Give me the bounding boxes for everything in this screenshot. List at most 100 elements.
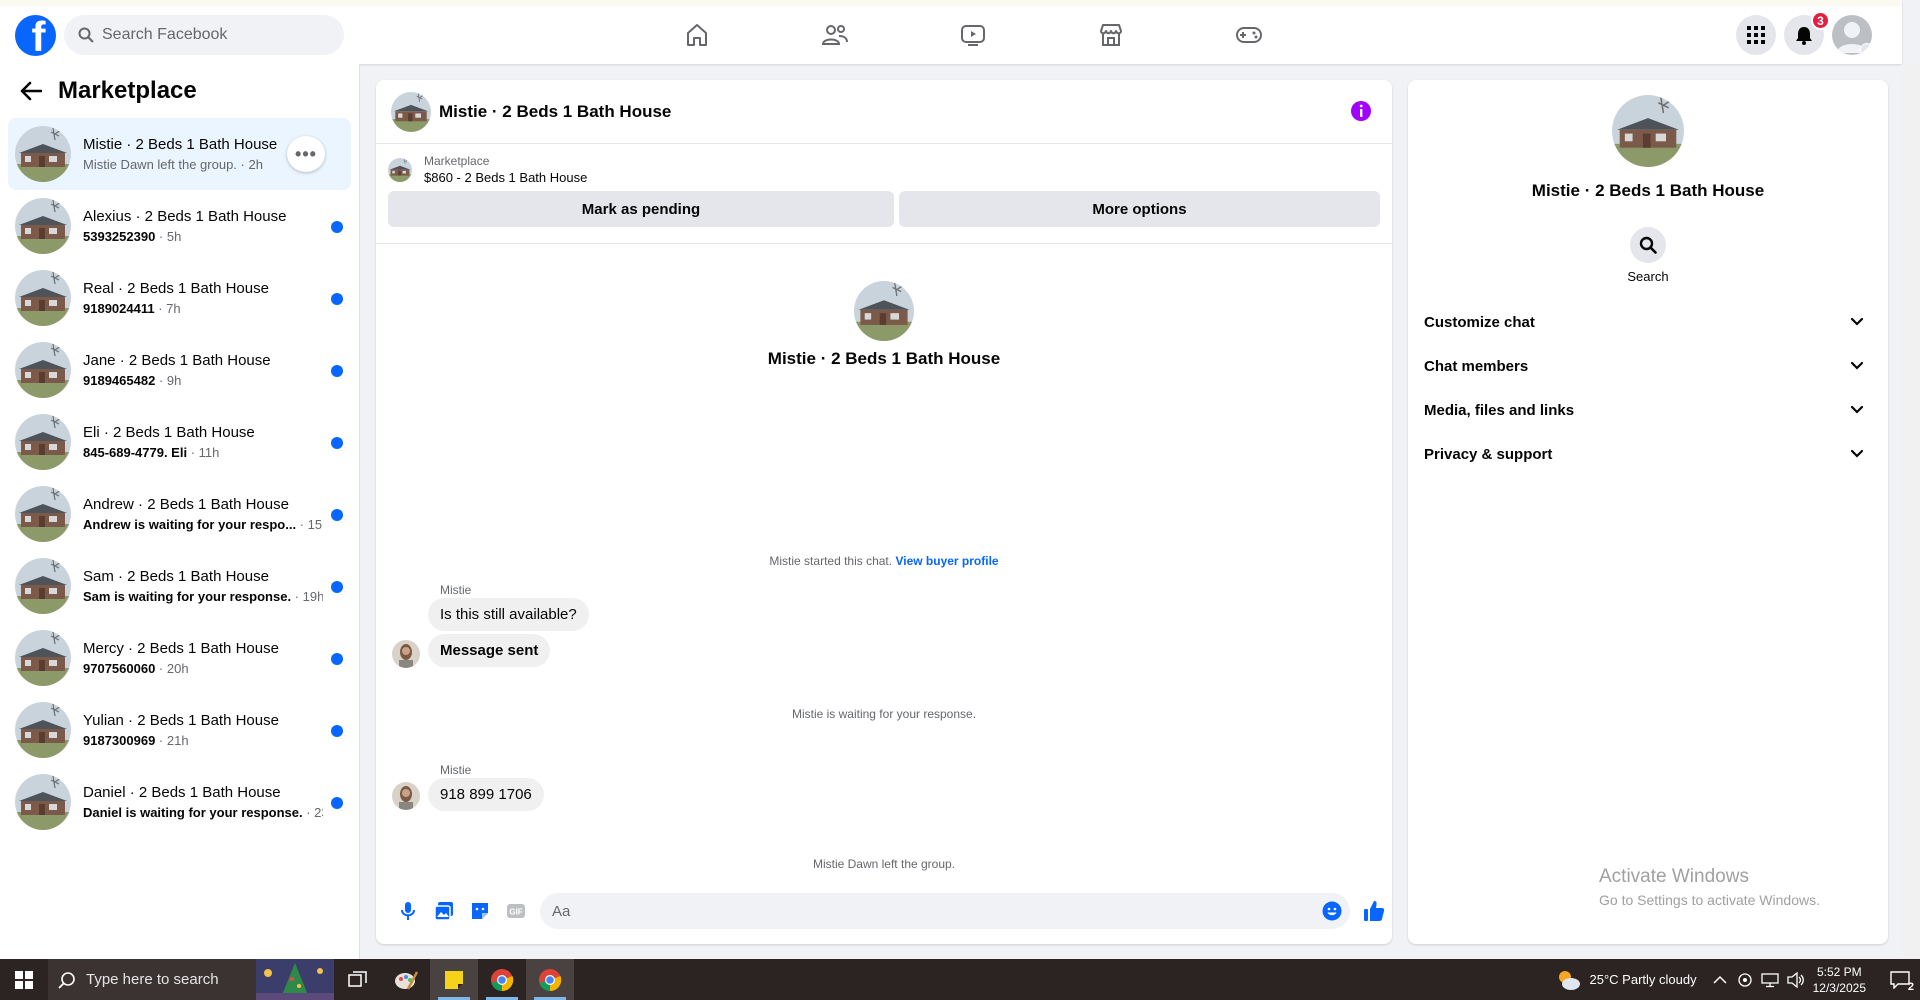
intro-avatar[interactable] xyxy=(854,281,914,341)
taskbar-search[interactable] xyxy=(48,959,256,1000)
nav-marketplace[interactable] xyxy=(1042,12,1180,58)
task-view-icon xyxy=(348,970,367,987)
emoji-button[interactable] xyxy=(1322,901,1342,926)
taskbar-app-chrome-profile[interactable] xyxy=(526,959,574,1000)
details-section[interactable]: Chat members xyxy=(1416,344,1880,388)
chrome-icon xyxy=(491,968,514,991)
conversation-item[interactable]: Daniel · 2 Beds 1 Bath House Daniel is wa… xyxy=(8,766,351,838)
search-button[interactable] xyxy=(1630,227,1666,263)
volume-icon[interactable] xyxy=(1786,971,1805,988)
conversation-avatar[interactable] xyxy=(15,702,71,758)
photo-icon xyxy=(434,902,453,921)
facebook-search[interactable] xyxy=(64,15,344,55)
sender-avatar[interactable] xyxy=(392,640,420,668)
voice-clip-button[interactable] xyxy=(390,893,426,929)
notification-center-button[interactable]: 2 xyxy=(1880,959,1920,1000)
info-button[interactable] xyxy=(1350,100,1372,127)
search-in-conversation[interactable]: Search xyxy=(1608,227,1688,284)
conversation-avatar[interactable] xyxy=(15,270,71,326)
facebook-logo[interactable]: f xyxy=(15,15,56,56)
conversation-time: · 9h xyxy=(155,373,182,388)
conversation-item[interactable]: Eli · 2 Beds 1 Bath House 845-689-4779. E… xyxy=(8,406,351,478)
conversation-avatar[interactable] xyxy=(15,414,71,470)
conversation-item[interactable]: Yulian · 2 Beds 1 Bath House 9187300969 ·… xyxy=(8,694,351,766)
like-button[interactable] xyxy=(1356,893,1392,929)
conversation-preview: Sam is waiting for your response. · 19h xyxy=(83,589,323,604)
conversation-item[interactable]: Sam · 2 Beds 1 Bath House Sam is waiting … xyxy=(8,550,351,622)
chat-title[interactable]: Mistie · 2 Beds 1 Bath House xyxy=(439,102,671,122)
meet-now-icon[interactable] xyxy=(1737,972,1753,988)
taskbar-clock[interactable]: 5:52 PM 12/3/2025 xyxy=(1813,964,1866,996)
chat-started-notice: Mistie started this chat. View buyer pro… xyxy=(376,554,1392,568)
message-bubble[interactable]: Is this still available? xyxy=(428,598,589,631)
conversation-more-button[interactable]: ••• xyxy=(287,136,325,172)
taskbar-app-chrome[interactable] xyxy=(478,959,526,1000)
bell-icon xyxy=(1796,27,1812,45)
taskbar-search-input[interactable] xyxy=(86,971,246,988)
message-bubble[interactable]: 918 899 1706 xyxy=(428,778,544,811)
conversation-item[interactable]: Mistie · 2 Beds 1 Bath House Mistie Dawn … xyxy=(8,118,351,190)
more-options-button[interactable]: More options xyxy=(898,191,1380,227)
taskbar-app-sticky-notes[interactable] xyxy=(430,959,478,1000)
conversation-item[interactable]: Mercy · 2 Beds 1 Bath House 9707560060 · … xyxy=(8,622,351,694)
conversation-time: · 2h xyxy=(236,157,263,172)
sender-avatar[interactable] xyxy=(392,782,420,810)
details-avatar[interactable] xyxy=(1612,95,1684,167)
notification-badge: 3 xyxy=(1811,11,1830,30)
nav-video[interactable] xyxy=(904,12,1042,58)
conversation-avatar[interactable] xyxy=(15,774,71,830)
conversation-item[interactable]: Jane · 2 Beds 1 Bath House 9189465482 · 9… xyxy=(8,334,351,406)
listing-thumbnail[interactable] xyxy=(388,157,412,182)
page-scrollbar[interactable] xyxy=(1902,64,1920,959)
listing-price[interactable]: $860 - 2 Beds 1 Bath House xyxy=(424,170,587,185)
chat-avatar[interactable] xyxy=(391,91,431,132)
person-photo-icon xyxy=(392,782,420,810)
search-highlight-image[interactable] xyxy=(256,959,334,1000)
conversation-item[interactable]: Alexius · 2 Beds 1 Bath House 5393252390 … xyxy=(8,190,351,262)
mark-as-pending-button[interactable]: Mark as pending xyxy=(388,191,894,227)
menu-button[interactable] xyxy=(1736,15,1776,55)
message-area: Mistie · 2 Beds 1 Bath House Mistie star… xyxy=(376,244,1392,878)
clock-time: 5:52 PM xyxy=(1816,964,1862,979)
nav-gaming[interactable] xyxy=(1180,12,1318,58)
conversation-avatar[interactable] xyxy=(15,486,71,542)
nav-home[interactable] xyxy=(628,12,766,58)
details-section[interactable]: Customize chat xyxy=(1416,300,1880,344)
conversation-avatar[interactable] xyxy=(15,630,71,686)
windows-taskbar: 25°C Partly cloudy 5:52 PM 12/3/2025 2 xyxy=(0,959,1920,1000)
notifications-button[interactable]: 3 xyxy=(1784,11,1830,55)
conversation-avatar[interactable] xyxy=(15,126,71,182)
facebook-search-input[interactable] xyxy=(102,26,322,44)
nav-friends[interactable] xyxy=(766,12,904,58)
task-view-button[interactable] xyxy=(334,959,382,1000)
conversation-title: Alexius · 2 Beds 1 Bath House xyxy=(83,208,287,225)
sticker-button[interactable] xyxy=(462,893,498,929)
chevron-up-icon[interactable] xyxy=(1713,975,1727,985)
video-icon xyxy=(961,25,985,46)
conversation-preview: Andrew is waiting for your respo... · 15… xyxy=(83,517,323,532)
details-section-label: Privacy & support xyxy=(1424,445,1553,463)
message-input[interactable] xyxy=(552,902,1312,920)
weather-text[interactable]: 25°C Partly cloudy xyxy=(1590,972,1697,987)
taskbar-app-paint[interactable] xyxy=(382,959,430,1000)
account-avatar[interactable] xyxy=(1832,15,1872,55)
attach-photo-button[interactable] xyxy=(426,893,462,929)
gif-button[interactable]: GIF xyxy=(498,893,534,929)
conversation-avatar[interactable] xyxy=(15,198,71,254)
network-icon[interactable] xyxy=(1760,972,1779,988)
message-bubble[interactable]: Message sent xyxy=(428,634,551,667)
start-button[interactable] xyxy=(0,959,48,1000)
view-buyer-profile-link[interactable]: View buyer profile xyxy=(895,554,998,568)
conversation-avatar[interactable] xyxy=(15,558,71,614)
conversation-avatar[interactable] xyxy=(15,342,71,398)
info-icon xyxy=(1351,101,1371,121)
details-section[interactable]: Privacy & support xyxy=(1416,432,1880,476)
message-input-box[interactable] xyxy=(540,893,1350,929)
details-section[interactable]: Media, files and links xyxy=(1416,388,1880,432)
sender-name: Mistie xyxy=(440,763,472,777)
back-arrow-icon[interactable] xyxy=(20,81,42,101)
conversation-item[interactable]: Real · 2 Beds 1 Bath House 9189024411 · 7… xyxy=(8,262,351,334)
unread-dot xyxy=(331,653,343,665)
intro-name: Mistie · 2 Beds 1 Bath House xyxy=(767,349,1001,368)
conversation-item[interactable]: Andrew · 2 Beds 1 Bath House Andrew is wa… xyxy=(8,478,351,550)
